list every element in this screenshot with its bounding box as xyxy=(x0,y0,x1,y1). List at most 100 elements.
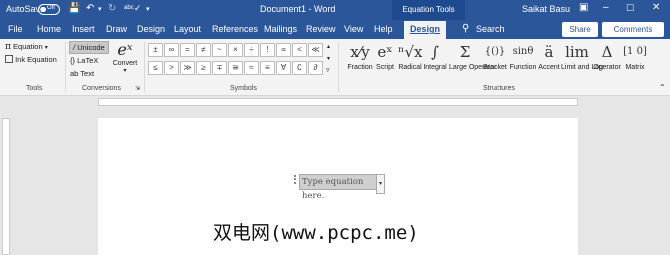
accent-icon: ä xyxy=(544,43,554,61)
function-icon: sinθ xyxy=(512,46,534,57)
save-icon[interactable]: 💾 xyxy=(68,3,80,14)
structure-accent-button[interactable]: ä Accent xyxy=(537,41,561,72)
symbol-button[interactable]: ÷ xyxy=(244,43,259,57)
share-label: Share xyxy=(569,25,591,34)
gallery-down-icon[interactable]: ▾ xyxy=(327,55,330,62)
ribbon-display-options-icon[interactable]: ▣ xyxy=(579,2,588,13)
symbol-button[interactable]: ≫ xyxy=(180,61,195,75)
structure-limit-and-log-button[interactable]: lim Limit and Log xyxy=(561,41,603,72)
watermark: 双电网(www.pcpc.me) xyxy=(213,222,419,244)
symbol-button[interactable]: ≠ xyxy=(196,43,211,57)
symbol-button[interactable]: ∁ xyxy=(292,61,307,75)
tab-references[interactable]: References xyxy=(212,24,258,34)
tab-review[interactable]: Review xyxy=(306,24,336,34)
symbol-button[interactable]: < xyxy=(292,43,307,57)
symbol-button[interactable]: ≅ xyxy=(228,61,243,75)
symbol-button[interactable]: ≥ xyxy=(196,61,211,75)
large-operator-icon: Σ xyxy=(459,43,471,61)
chevron-down-icon: ▾ xyxy=(378,181,382,187)
symbol-button[interactable]: = xyxy=(180,43,195,57)
undo-dropdown-icon[interactable]: ▾ xyxy=(98,5,102,13)
symbol-button[interactable]: × xyxy=(228,43,243,57)
symbol-button[interactable]: ~ xyxy=(212,43,227,57)
symbol-button[interactable]: ∞ xyxy=(164,43,179,57)
ink-equation-button[interactable]: Ink Equation xyxy=(5,55,57,64)
latex-option[interactable]: {} LaTeX xyxy=(70,56,98,65)
slash-icon: / xyxy=(73,43,76,52)
gallery-more-icon[interactable]: ▿ xyxy=(326,66,330,74)
minimize-icon[interactable]: – xyxy=(603,2,609,13)
close-icon[interactable]: ✕ xyxy=(652,2,660,13)
chevron-down-icon: ▾ xyxy=(44,45,48,51)
symbol-button[interactable]: ≡ xyxy=(260,61,275,75)
search-box[interactable]: Search xyxy=(476,24,505,34)
tab-draw[interactable]: Draw xyxy=(106,24,127,34)
equation-input[interactable]: Type equation here. xyxy=(299,174,377,201)
structure-script-button[interactable]: eˣ Script xyxy=(373,41,397,72)
text-option[interactable]: ab Text xyxy=(70,69,94,78)
tab-file[interactable]: File xyxy=(8,24,23,34)
equation-move-handle[interactable] xyxy=(294,175,298,184)
user-name[interactable]: Saikat Basu xyxy=(522,4,570,14)
autosave-state: Off xyxy=(47,5,55,11)
unicode-option[interactable]: / Unicode xyxy=(69,41,109,54)
ink-equation-label: Ink Equation xyxy=(15,55,57,64)
structures-group-label: Structures xyxy=(483,85,515,92)
symbol-button[interactable]: ∂ xyxy=(308,61,323,75)
symbol-button[interactable]: ∀ xyxy=(276,61,291,75)
latex-label: LaTeX xyxy=(77,56,99,65)
gallery-up-icon[interactable]: ▴ xyxy=(327,43,330,50)
structure-large-operator-button[interactable]: Σ Large Operator xyxy=(449,41,496,72)
fraction-icon: x⁄y xyxy=(350,43,370,61)
symbol-button[interactable]: ≈ xyxy=(244,61,259,75)
restore-icon[interactable]: ☐ xyxy=(626,3,634,14)
spelling-icon[interactable]: ᵃᵇᶜ✓ xyxy=(124,3,141,14)
share-button[interactable]: Share xyxy=(562,22,598,37)
search-icon[interactable]: ⚲ xyxy=(462,23,469,34)
collapse-ribbon-icon[interactable]: ⌃ xyxy=(659,83,666,92)
dialog-launcher-icon[interactable]: ⇲ xyxy=(135,85,140,92)
symbol-button[interactable]: ± xyxy=(148,43,163,57)
tab-insert[interactable]: Insert xyxy=(72,24,95,34)
autosave-toggle[interactable]: Off xyxy=(38,4,60,15)
structure-radical-button[interactable]: ⁿ√x Radical xyxy=(398,41,423,72)
symbols-group-label: Symbols xyxy=(230,85,257,92)
symbol-button[interactable]: > xyxy=(164,61,179,75)
horizontal-ruler[interactable] xyxy=(0,96,670,108)
tab-design[interactable]: Design xyxy=(137,24,165,34)
redo-icon[interactable]: ↻ xyxy=(108,3,116,14)
structure-matrix-button[interactable]: [1 0] Matrix xyxy=(623,41,647,72)
structure-label: Script xyxy=(376,64,394,71)
tab-view[interactable]: View xyxy=(344,24,363,34)
symbol-button[interactable]: ! xyxy=(260,43,275,57)
structure-function-button[interactable]: sinθ Function xyxy=(509,41,537,72)
equation-options-dropdown[interactable]: ▾ xyxy=(376,174,385,194)
unicode-label: Unicode xyxy=(77,43,105,52)
tab-equation-design[interactable]: Design xyxy=(404,21,447,39)
comments-button[interactable]: Comments xyxy=(602,22,664,37)
structure-integral-button[interactable]: ∫ Integral xyxy=(422,41,448,72)
convert-button[interactable]: eˣ Convert ▾ xyxy=(112,40,138,74)
vertical-ruler[interactable] xyxy=(2,118,10,255)
tab-mailings[interactable]: Mailings xyxy=(264,24,297,34)
ink-equation-icon xyxy=(5,55,13,63)
comments-label: Comments xyxy=(613,25,653,34)
equation-button[interactable]: π Equation ▾ xyxy=(5,42,48,52)
script-icon: eˣ xyxy=(377,43,393,61)
structure-operator-button[interactable]: Δ Operator xyxy=(592,41,622,72)
symbol-button[interactable]: ∝ xyxy=(276,43,291,57)
undo-icon[interactable]: ↶ xyxy=(86,3,94,14)
tab-home[interactable]: Home xyxy=(37,24,61,34)
symbol-button[interactable]: ≤ xyxy=(148,61,163,75)
tab-help[interactable]: Help xyxy=(374,24,393,34)
symbol-button[interactable]: ≪ xyxy=(308,43,323,57)
structure-label: Function xyxy=(509,64,537,71)
structure-fraction-button[interactable]: x⁄y Fraction xyxy=(346,41,374,72)
pi-icon: π xyxy=(5,42,11,52)
tab-layout[interactable]: Layout xyxy=(174,24,201,34)
symbol-button[interactable]: ∓ xyxy=(212,61,227,75)
customize-qat-icon[interactable]: ▾ xyxy=(146,5,150,13)
structure-bracket-button[interactable]: {()} Bracket xyxy=(481,41,509,72)
group-divider xyxy=(65,42,66,92)
structure-label: Radical xyxy=(398,64,422,71)
